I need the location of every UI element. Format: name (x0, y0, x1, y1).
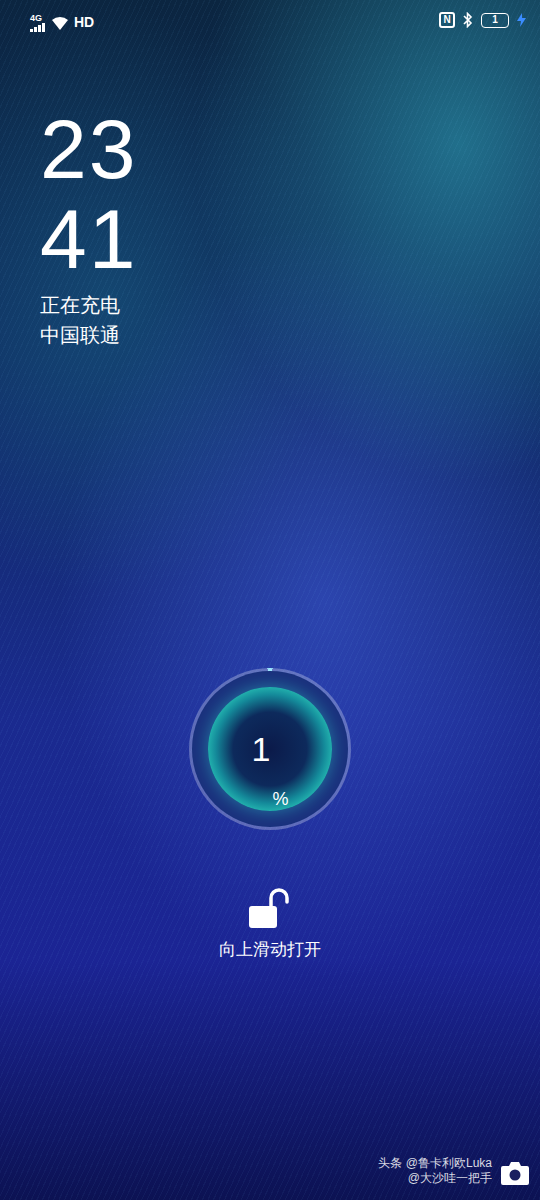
clock-hours: 23 (40, 104, 540, 194)
signal-icon (30, 23, 46, 32)
charging-bolt-icon (517, 13, 526, 27)
charge-area: 1 % 向上滑动打开 (0, 668, 540, 962)
watermark-text: @大沙哇一把手 (378, 1171, 492, 1186)
hd-indicator: HD (74, 12, 94, 33)
status-left: 4G HD (30, 12, 94, 33)
charge-number: 1 (252, 732, 271, 766)
camera-icon[interactable] (500, 1160, 530, 1186)
signal: 4G (30, 14, 46, 32)
carrier: 中国联通 (40, 320, 540, 350)
watermark-text: 头条 @鲁卡利欧Luka (378, 1156, 492, 1171)
status-bar: 4G HD N 1 (0, 0, 540, 52)
bottom-bar: 头条 @鲁卡利欧Luka @大沙哇一把手 (0, 1156, 540, 1200)
battery: 1 (481, 13, 509, 28)
clock-block: 23 41 正在充电 中国联通 (0, 104, 540, 350)
unlock-padlock-icon[interactable] (247, 888, 293, 930)
wifi-icon (50, 15, 70, 31)
nfc-indicator: N (439, 12, 455, 28)
network-type: 4G (30, 14, 42, 23)
unlock-hint[interactable]: 向上滑动打开 (219, 938, 321, 962)
bluetooth-icon (463, 12, 473, 28)
battery-text: 1 (492, 15, 498, 25)
charge-ring: 1 % (189, 668, 351, 830)
clock-minutes: 41 (40, 194, 540, 284)
status-right: N 1 (439, 12, 526, 28)
charge-unit: % (272, 790, 288, 811)
watermark: 头条 @鲁卡利欧Luka @大沙哇一把手 (378, 1156, 492, 1186)
charging-status: 正在充电 (40, 290, 540, 320)
charge-core: 1 % (208, 687, 332, 811)
lock-screen: 4G HD N 1 23 (0, 0, 540, 1200)
